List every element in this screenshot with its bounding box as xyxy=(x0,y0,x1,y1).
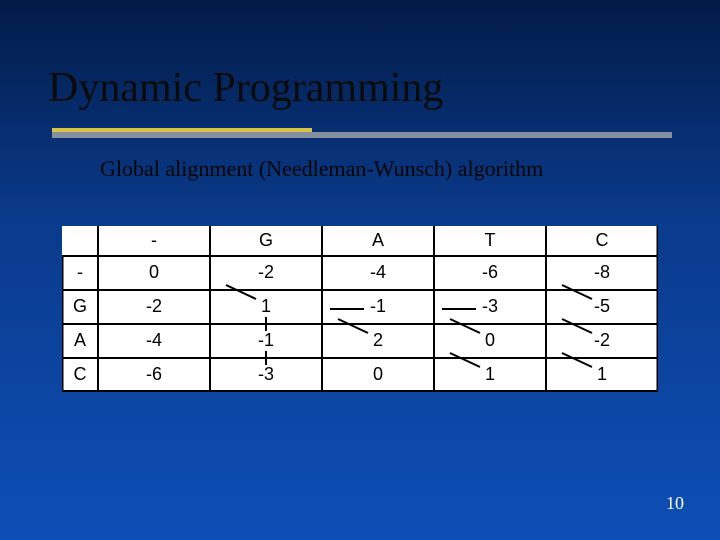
matrix-cell: 0 xyxy=(485,330,495,350)
traceback-arrow xyxy=(450,319,480,333)
col-header: A xyxy=(372,230,384,250)
matrix-cell: 1 xyxy=(485,364,495,384)
matrix-cell: -6 xyxy=(146,364,162,384)
matrix-cell: 1 xyxy=(261,296,271,316)
traceback-arrow xyxy=(562,319,592,333)
matrix-cell: 1 xyxy=(597,364,607,384)
slide-subtitle: Global alignment (Needleman-Wunsch) algo… xyxy=(100,156,543,182)
matrix-cell: -1 xyxy=(258,330,274,350)
matrix-cell: -3 xyxy=(482,296,498,316)
matrix-cell: 0 xyxy=(373,364,383,384)
title-underline xyxy=(52,132,672,138)
matrix-cell: -4 xyxy=(370,262,386,282)
row-header: G xyxy=(73,296,87,316)
matrix-cell: 0 xyxy=(149,262,159,282)
matrix-cell: -2 xyxy=(258,262,274,282)
matrix-cell: -3 xyxy=(258,364,274,384)
traceback-arrow xyxy=(338,319,368,333)
matrix-cell: -2 xyxy=(146,296,162,316)
matrix-cell: -4 xyxy=(146,330,162,350)
col-header: - xyxy=(151,230,157,250)
matrix-cell: -8 xyxy=(594,262,610,282)
traceback-arrow xyxy=(226,285,256,299)
row-header: C xyxy=(74,364,87,384)
col-header: T xyxy=(485,230,496,250)
row-header: - xyxy=(77,262,83,282)
col-header: C xyxy=(596,230,609,250)
matrix-cell: -5 xyxy=(594,296,610,316)
matrix-cell: -6 xyxy=(482,262,498,282)
matrix-cell: -2 xyxy=(594,330,610,350)
traceback-arrow xyxy=(562,353,592,367)
traceback-arrow xyxy=(562,285,592,299)
col-header: G xyxy=(259,230,273,250)
matrix-cell: 2 xyxy=(373,330,383,350)
traceback-arrow xyxy=(450,353,480,367)
score-matrix-table: -GATC -GAC 0-2-4-6-8-21-1-3-5-4-120-2-6-… xyxy=(62,226,658,392)
slide: Dynamic Programming Global alignment (Ne… xyxy=(0,0,720,540)
slide-title: Dynamic Programming xyxy=(48,64,443,112)
row-header: A xyxy=(74,330,86,350)
page-number: 10 xyxy=(666,493,684,514)
matrix-cell: -1 xyxy=(370,296,386,316)
